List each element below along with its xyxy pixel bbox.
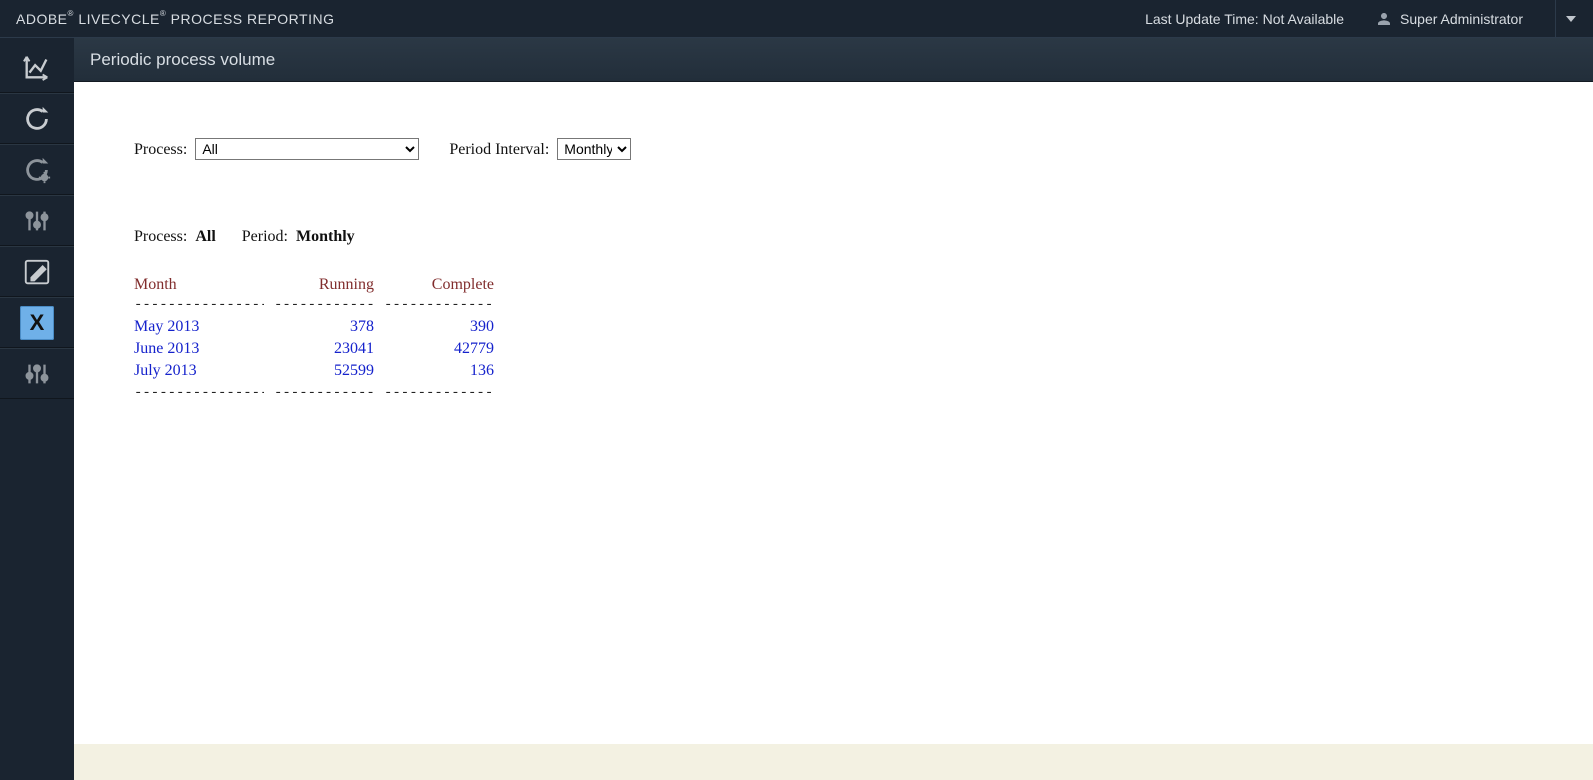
user-name: Super Administrator — [1400, 11, 1523, 27]
sliders-icon — [22, 206, 52, 236]
cell-running: 52599 — [274, 360, 374, 382]
sidebar-item-close[interactable]: X — [0, 297, 74, 348]
report-table: Month Running Complete -----------------… — [134, 276, 1533, 405]
sidebar-item-sliders-2[interactable] — [0, 348, 74, 399]
sidebar-item-edit[interactable] — [0, 246, 74, 297]
cell-month: May 2013 — [134, 316, 264, 338]
summary-process-value: All — [195, 228, 215, 245]
user-icon — [1376, 11, 1392, 27]
th-complete: Complete — [384, 276, 494, 294]
sliders2-icon — [22, 359, 52, 389]
user-block[interactable]: Super Administrator — [1368, 11, 1531, 27]
cell-complete: 42779 — [384, 338, 494, 360]
top-bar: ADOBE® LIVECYCLE® PROCESS REPORTING Last… — [0, 0, 1593, 38]
cell-complete: 136 — [384, 360, 494, 382]
sidebar-item-sliders[interactable] — [0, 195, 74, 246]
summary-period-label: Period: — [242, 228, 288, 245]
content: Process: All Period Interval: Monthly Pr… — [74, 82, 1593, 780]
section-header: Periodic process volume — [74, 38, 1593, 82]
sidebar: X — [0, 38, 74, 780]
th-month: Month — [134, 276, 264, 294]
summary-process-label: Process: — [134, 228, 187, 245]
cell-running: 23041 — [274, 338, 374, 360]
refresh-settings-icon — [22, 155, 52, 185]
table-row: July 2013 52599 136 — [134, 360, 1533, 382]
filter-bar: Process: All Period Interval: Monthly — [134, 138, 1533, 160]
summary-line: Process: All Period: Monthly — [134, 228, 1533, 246]
close-icon-box: X — [20, 306, 54, 340]
last-update: Last Update Time: Not Available — [1145, 11, 1344, 27]
period-label: Period Interval: — [449, 141, 549, 158]
brand-livecycle: LIVECYCLE — [78, 11, 160, 27]
brand-product: PROCESS REPORTING — [171, 11, 335, 27]
registered-icon: ® — [160, 9, 166, 18]
main: Periodic process volume Process: All Per… — [74, 38, 1593, 780]
top-right: Last Update Time: Not Available Super Ad… — [1145, 0, 1585, 38]
th-running: Running — [274, 276, 374, 294]
summary-period-value: Monthly — [296, 228, 355, 245]
edit-icon — [22, 257, 52, 287]
table-divider: ------------------ ------------------ --… — [134, 382, 1533, 404]
table-row: May 2013 378 390 — [134, 316, 1533, 338]
page-title: Periodic process volume — [90, 50, 275, 70]
user-menu-button[interactable] — [1555, 0, 1585, 38]
cell-running: 378 — [274, 316, 374, 338]
process-select[interactable]: All — [195, 138, 419, 160]
cell-month: June 2013 — [134, 338, 264, 360]
footer-strip — [74, 744, 1593, 780]
period-select[interactable]: Monthly — [557, 138, 631, 160]
table-row: June 2013 23041 42779 — [134, 338, 1533, 360]
table-header-row: Month Running Complete — [134, 276, 1533, 294]
last-update-value: Not Available — [1263, 11, 1344, 27]
sidebar-item-refresh[interactable] — [0, 93, 74, 144]
refresh-icon — [22, 104, 52, 134]
table-divider: ------------------ ------------------ --… — [134, 294, 1533, 316]
brand: ADOBE® LIVECYCLE® PROCESS REPORTING — [16, 11, 334, 27]
sidebar-item-refresh-settings[interactable] — [0, 144, 74, 195]
last-update-label: Last Update Time: — [1145, 11, 1259, 27]
cell-month: July 2013 — [134, 360, 264, 382]
close-icon: X — [30, 310, 45, 336]
filter-process: Process: All — [134, 138, 419, 160]
cell-complete: 390 — [384, 316, 494, 338]
sidebar-item-chart[interactable] — [0, 42, 74, 93]
chevron-down-icon — [1566, 14, 1576, 24]
chart-icon — [22, 52, 52, 82]
process-label: Process: — [134, 141, 187, 158]
filter-period: Period Interval: Monthly — [449, 138, 631, 160]
registered-icon: ® — [68, 9, 74, 18]
brand-adobe: ADOBE — [16, 11, 68, 27]
